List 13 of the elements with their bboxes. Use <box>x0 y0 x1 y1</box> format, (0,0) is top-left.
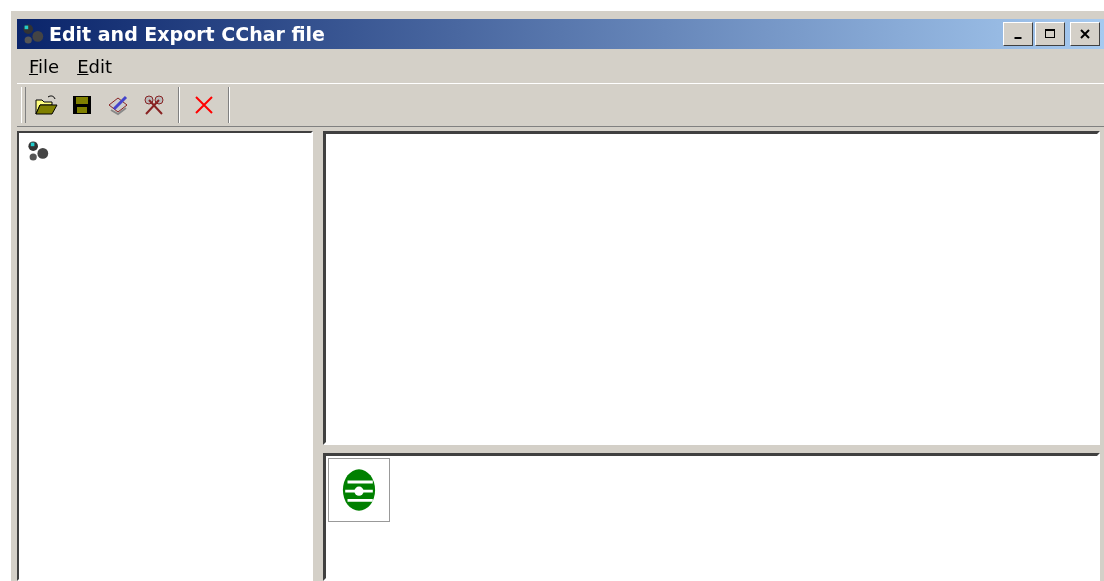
pen-icon <box>106 93 130 117</box>
window-title: Edit and Export CChar file <box>49 23 325 45</box>
maximize-icon <box>1044 28 1056 40</box>
menu-item[interactable]: File <box>25 55 64 77</box>
connector-icon[interactable] <box>328 458 390 522</box>
menu-item[interactable]: Edit <box>73 55 116 77</box>
minimize-button[interactable] <box>1003 22 1033 46</box>
scissors-icon <box>142 93 166 117</box>
folder-icon <box>34 93 58 117</box>
minimize-icon <box>1014 37 1022 39</box>
close-icon <box>1079 28 1091 40</box>
close-button[interactable] <box>1070 22 1100 46</box>
maximize-button[interactable] <box>1035 22 1065 46</box>
